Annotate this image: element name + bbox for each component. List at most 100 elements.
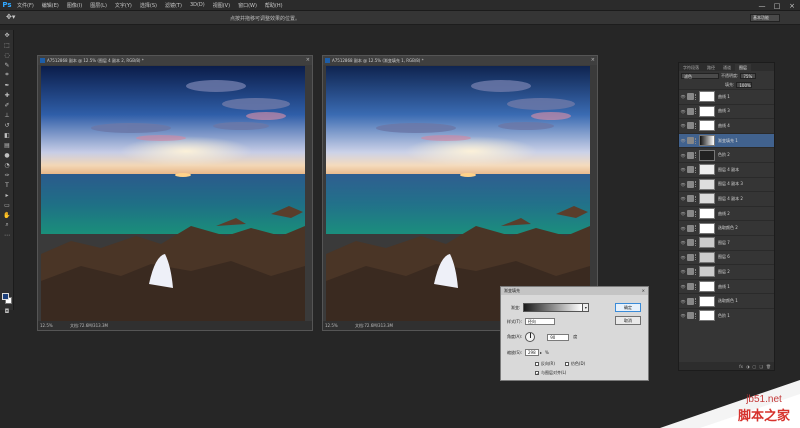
tab-channels[interactable]: 通道 (719, 64, 735, 71)
visibility-eye-icon[interactable]: 👁 (679, 226, 687, 231)
scale-stepper-icon[interactable]: ▸ (540, 350, 542, 355)
layer-mask-thumbnail[interactable] (699, 208, 715, 220)
stamp-tool-icon[interactable]: ⊥ (0, 110, 14, 120)
reverse-checkbox[interactable] (535, 362, 539, 366)
chevron-down-icon[interactable]: ▾ (583, 303, 590, 312)
link-icon[interactable] (695, 225, 698, 232)
layer-row[interactable]: 👁 图层 7 (679, 234, 774, 250)
crop-tool-icon[interactable]: ⌗ (0, 70, 14, 80)
visibility-eye-icon[interactable]: 👁 (679, 284, 687, 289)
align-checkbox[interactable]: ✓ (535, 371, 539, 376)
close-window-button[interactable]: × (786, 0, 798, 11)
close-document-icon[interactable]: × (591, 57, 595, 63)
visibility-eye-icon[interactable]: 👁 (679, 182, 687, 187)
visibility-eye-icon[interactable]: 👁 (679, 313, 687, 318)
layer-row[interactable]: 👁 渐变填充 1 (679, 132, 774, 148)
layer-row[interactable]: 👁 色阶 1 (679, 307, 774, 323)
layer-mask-thumbnail[interactable] (699, 222, 715, 234)
layer-mask-thumbnail[interactable] (699, 266, 715, 278)
angle-dial[interactable] (525, 332, 536, 342)
menu-window[interactable]: 窗口(W) (234, 2, 261, 9)
layer-row[interactable]: 👁 图层 6 (679, 249, 774, 265)
visibility-eye-icon[interactable]: 👁 (679, 211, 687, 216)
edit-toolbar-icon[interactable]: ⋯ (0, 230, 14, 240)
visibility-eye-icon[interactable]: 👁 (679, 109, 687, 114)
layer-mask-thumbnail[interactable] (699, 295, 715, 307)
new-layer-icon[interactable]: ❏ (759, 364, 763, 369)
link-icon[interactable] (695, 210, 698, 217)
tab-layers[interactable]: 图层 (735, 64, 751, 71)
close-document-icon[interactable]: × (306, 57, 310, 63)
visibility-eye-icon[interactable]: 👁 (679, 196, 687, 201)
dodge-tool-icon[interactable]: ◔ (0, 160, 14, 170)
link-icon[interactable] (695, 298, 698, 305)
link-icon[interactable] (695, 195, 698, 202)
link-icon[interactable] (695, 283, 698, 290)
menu-select[interactable]: 选择(S) (136, 2, 161, 9)
layer-mask-thumbnail[interactable] (699, 120, 715, 132)
visibility-eye-icon[interactable]: 👁 (679, 123, 687, 128)
menu-image[interactable]: 图像(I) (63, 2, 86, 9)
menu-layer[interactable]: 图层(L) (86, 2, 111, 9)
move-tool-icon[interactable]: ✥ (0, 30, 14, 40)
layer-mask-thumbnail[interactable] (699, 135, 715, 147)
layer-mask-thumbnail[interactable] (699, 105, 715, 117)
dialog-close-icon[interactable]: × (642, 287, 645, 295)
folder-icon[interactable]: ▢ (753, 364, 757, 369)
path-select-tool-icon[interactable]: ▸ (0, 190, 14, 200)
move-tool-icon[interactable]: ✥▾ (6, 13, 15, 21)
gradient-swatch[interactable] (523, 303, 584, 312)
link-icon[interactable] (695, 239, 698, 246)
link-icon[interactable] (695, 254, 698, 261)
visibility-eye-icon[interactable]: 👁 (679, 94, 687, 99)
workspace-select[interactable]: 基本功能 (750, 14, 780, 22)
layer-row[interactable]: 👁 曲线 4 (679, 118, 774, 133)
tab-paths[interactable]: 路径 (703, 64, 719, 71)
visibility-eye-icon[interactable]: 👁 (679, 240, 687, 245)
document-canvas[interactable] (41, 66, 305, 322)
layer-row[interactable]: 👁 选取颜色 1 (679, 293, 774, 308)
marquee-tool-icon[interactable]: ⬚ (0, 40, 14, 50)
quick-select-tool-icon[interactable]: ✎ (0, 60, 14, 70)
cancel-button[interactable]: 取消 (615, 316, 641, 325)
layer-mask-thumbnail[interactable] (699, 91, 715, 103)
lasso-tool-icon[interactable]: ◌ (0, 50, 14, 60)
link-icon[interactable] (695, 312, 698, 319)
tab-character[interactable]: 字符段落 (679, 64, 703, 71)
visibility-eye-icon[interactable]: 👁 (679, 299, 687, 304)
visibility-eye-icon[interactable]: 👁 (679, 269, 687, 274)
link-icon[interactable] (695, 181, 698, 188)
eraser-tool-icon[interactable]: ◧ (0, 130, 14, 140)
layer-row[interactable]: 👁 图层 4 副本 3 (679, 176, 774, 192)
menu-help[interactable]: 帮助(H) (261, 2, 287, 9)
visibility-eye-icon[interactable]: 👁 (679, 138, 687, 143)
menu-3d[interactable]: 3D(D) (186, 2, 209, 8)
layer-row[interactable]: 👁 曲线 3 (679, 103, 774, 119)
layer-row[interactable]: 👁 选取颜色 2 (679, 220, 774, 235)
maximize-button[interactable]: □ (771, 0, 783, 11)
link-icon[interactable] (695, 152, 698, 159)
gradient-tool-icon[interactable]: ▤ (0, 140, 14, 150)
opacity-field[interactable]: 75% (740, 72, 757, 79)
layer-row[interactable]: 👁 图层 2 (679, 264, 774, 279)
layer-mask-thumbnail[interactable] (699, 193, 715, 205)
layer-mask-thumbnail[interactable] (699, 281, 715, 293)
layer-row[interactable]: 👁 曲线 2 (679, 205, 774, 221)
link-icon[interactable] (695, 166, 698, 173)
blur-tool-icon[interactable]: ● (0, 150, 14, 160)
zoom-level[interactable]: 12.5% (323, 323, 345, 328)
document-canvas[interactable] (326, 66, 590, 322)
zoom-tool-icon[interactable]: ⌕ (0, 220, 14, 230)
dialog-title-bar[interactable]: 渐变填充 × (501, 287, 648, 295)
layer-mask-thumbnail[interactable] (699, 178, 715, 190)
layer-mask-thumbnail[interactable] (699, 310, 715, 322)
quick-mask-icon[interactable]: ◘ (0, 306, 14, 316)
menu-edit[interactable]: 编辑(E) (38, 2, 63, 9)
layer-mask-thumbnail[interactable] (699, 237, 715, 249)
link-icon[interactable] (695, 137, 698, 144)
minimize-button[interactable]: — (756, 0, 768, 11)
pen-tool-icon[interactable]: ✑ (0, 170, 14, 180)
shape-tool-icon[interactable]: ▭ (0, 200, 14, 210)
healing-tool-icon[interactable]: ✚ (0, 90, 14, 100)
dither-checkbox[interactable] (564, 362, 569, 366)
